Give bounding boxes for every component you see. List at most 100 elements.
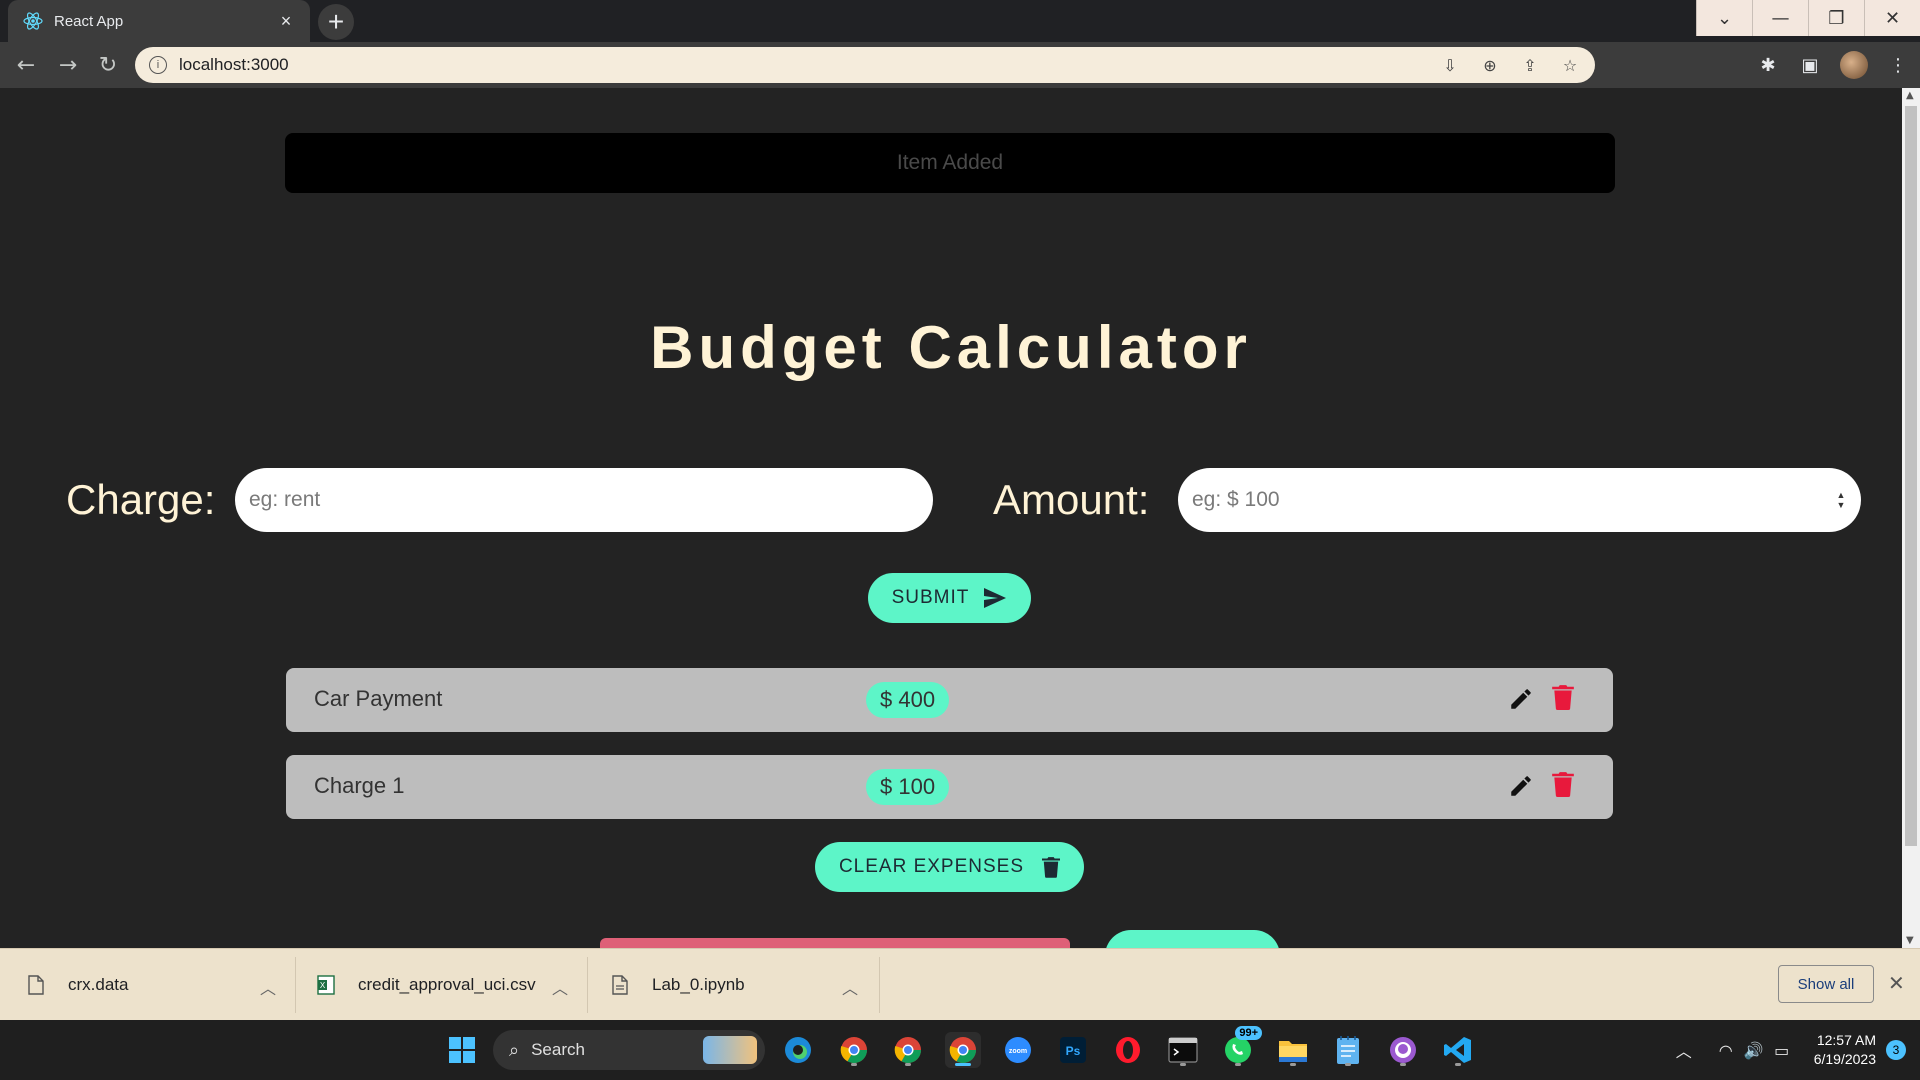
back-icon[interactable]: ←: [6, 45, 46, 85]
scrollbar-thumb[interactable]: [1905, 106, 1917, 846]
clear-label: CLEAR EXPENSES: [838, 856, 1025, 877]
zoom-icon[interactable]: zoom: [1000, 1032, 1036, 1068]
info-icon[interactable]: i: [149, 56, 167, 74]
download-item[interactable]: Lab_0.ipynb ︿: [610, 949, 880, 1021]
running-indicator: [1290, 1063, 1296, 1066]
excel-file-icon: X: [316, 974, 336, 996]
downloads-bar: crx.data ︿ X credit_approval_uci.csv ︿ L…: [0, 948, 1920, 1020]
chrome-icon[interactable]: [945, 1032, 981, 1068]
notepad-icon[interactable]: [1330, 1032, 1366, 1068]
close-tab-icon[interactable]: ×: [276, 11, 296, 31]
expense-item: Car Payment $ 400: [286, 668, 1613, 732]
address-bar-actions: ⇩ ⊕ ⇪ ☆: [1439, 47, 1581, 83]
chevron-up-icon[interactable]: ︿: [260, 975, 276, 999]
chevron-up-icon[interactable]: ︿: [842, 975, 858, 999]
svg-text:Ps: Ps: [1066, 1044, 1081, 1058]
number-spinner[interactable]: ▲ ▼: [1835, 488, 1847, 512]
amount-input[interactable]: eg: $ 100 ▲ ▼: [1178, 468, 1861, 532]
reload-icon[interactable]: ↻: [88, 45, 128, 85]
profile-avatar[interactable]: [1840, 51, 1868, 79]
running-indicator: [1455, 1063, 1461, 1066]
chevron-up-icon[interactable]: ︿: [552, 975, 568, 999]
chevron-down-icon[interactable]: ⌄: [1696, 0, 1752, 36]
edit-icon[interactable]: [1508, 773, 1534, 799]
date: 6/19/2023: [1813, 1051, 1876, 1067]
submit-label: SUBMIT: [891, 587, 970, 608]
scrollbar[interactable]: ▲ ▼: [1902, 88, 1920, 948]
edit-icon[interactable]: [1508, 686, 1534, 712]
opera-icon[interactable]: [1110, 1032, 1146, 1068]
new-tab-button[interactable]: +: [318, 4, 354, 40]
divider: [295, 957, 296, 1013]
close-icon[interactable]: ✕: [1888, 971, 1905, 995]
notification-count[interactable]: 3: [1886, 1040, 1906, 1060]
file-icon: [26, 974, 46, 996]
clear-expenses-button[interactable]: CLEAR EXPENSES: [815, 842, 1084, 892]
browser-tab[interactable]: React App ×: [8, 0, 310, 42]
svg-text:zoom: zoom: [1009, 1048, 1027, 1055]
folder-icon[interactable]: [1275, 1032, 1311, 1068]
download-item[interactable]: X credit_approval_uci.csv ︿: [316, 949, 586, 1021]
expense-item: Charge 1 $ 100: [286, 755, 1613, 819]
github-desktop-icon[interactable]: [1385, 1032, 1421, 1068]
scroll-down-icon[interactable]: ▼: [1906, 935, 1914, 946]
restore-button[interactable]: ❐: [1808, 0, 1864, 36]
charge-input[interactable]: eg: rent: [235, 468, 933, 532]
vscode-icon[interactable]: [1440, 1032, 1476, 1068]
scroll-up-icon[interactable]: ▲: [1906, 90, 1914, 101]
toolbar-actions: ✱ ▣ ⋮: [1756, 42, 1910, 88]
menu-icon[interactable]: ⋮: [1886, 53, 1910, 77]
volume-icon[interactable]: 🔊: [1740, 1041, 1768, 1060]
share-icon[interactable]: ⇪: [1519, 54, 1541, 76]
edge-icon[interactable]: [780, 1032, 816, 1068]
system-tray: ︿ ◠ 🔊 ▭ 12:57 AM 6/19/2023 3: [1670, 1020, 1920, 1080]
trash-icon[interactable]: [1552, 771, 1574, 797]
minimize-button[interactable]: —: [1752, 0, 1808, 36]
trash-icon: [1042, 857, 1061, 878]
charge-label: Charge:: [66, 476, 216, 523]
download-item[interactable]: crx.data ︿: [26, 949, 296, 1021]
show-all-button[interactable]: Show all: [1778, 965, 1874, 1003]
chevron-up-icon[interactable]: ︿: [1670, 1038, 1698, 1062]
page-title: Budget Calculator: [650, 314, 1252, 381]
download-filename: Lab_0.ipynb: [652, 975, 745, 994]
taskbar: ⌕ Search zoom Ps 99+ ︿ ◠ 🔊 ▭ 12:57 AM 6/…: [0, 1020, 1920, 1080]
close-window-button[interactable]: ✕: [1864, 0, 1920, 36]
side-panel-icon[interactable]: ▣: [1798, 53, 1822, 77]
browser-tab-strip: React App × + ⌄ — ❐ ✕: [0, 0, 1920, 42]
react-icon: [22, 10, 44, 32]
forward-icon[interactable]: →: [48, 45, 88, 85]
expense-amount: $ 400: [866, 682, 950, 718]
divider: [879, 957, 880, 1013]
wifi-icon[interactable]: ◠: [1712, 1041, 1740, 1060]
bookmark-star-icon[interactable]: ☆: [1559, 54, 1581, 76]
terminal-icon[interactable]: [1165, 1032, 1201, 1068]
photoshop-icon[interactable]: Ps: [1055, 1032, 1091, 1068]
running-indicator: [905, 1063, 911, 1066]
install-icon[interactable]: ⇩: [1439, 54, 1461, 76]
chrome-icon[interactable]: [890, 1032, 926, 1068]
alert-banner: Item Added: [285, 133, 1615, 193]
running-indicator: [1345, 1063, 1351, 1066]
trash-icon[interactable]: [1552, 684, 1574, 710]
battery-icon[interactable]: ▭: [1768, 1041, 1796, 1060]
extensions-icon[interactable]: ✱: [1756, 53, 1780, 77]
zoom-icon[interactable]: ⊕: [1479, 54, 1501, 76]
divider: [587, 957, 588, 1013]
download-filename: credit_approval_uci.csv: [358, 975, 536, 994]
chrome-icon[interactable]: [836, 1032, 872, 1068]
total-heading-cutoff: [600, 938, 1070, 948]
taskbar-search[interactable]: ⌕ Search: [493, 1030, 765, 1070]
address-bar[interactable]: i localhost:3000 ⇩ ⊕ ⇪ ☆: [135, 47, 1595, 83]
total-spending-cutoff: [600, 930, 1280, 948]
svg-text:X: X: [320, 981, 326, 990]
submit-button[interactable]: SUBMIT: [868, 573, 1031, 623]
running-indicator: [1400, 1063, 1406, 1066]
clock[interactable]: 12:57 AM 6/19/2023: [1814, 1031, 1876, 1069]
windows-start-icon[interactable]: [444, 1032, 480, 1068]
window-controls: ⌄ — ❐ ✕: [1696, 0, 1920, 36]
taskbar-search-label: Search: [531, 1040, 585, 1059]
search-highlight-icon: [703, 1036, 757, 1064]
whatsapp-icon[interactable]: 99+: [1220, 1026, 1262, 1068]
time: 12:57 AM: [1816, 1032, 1876, 1048]
